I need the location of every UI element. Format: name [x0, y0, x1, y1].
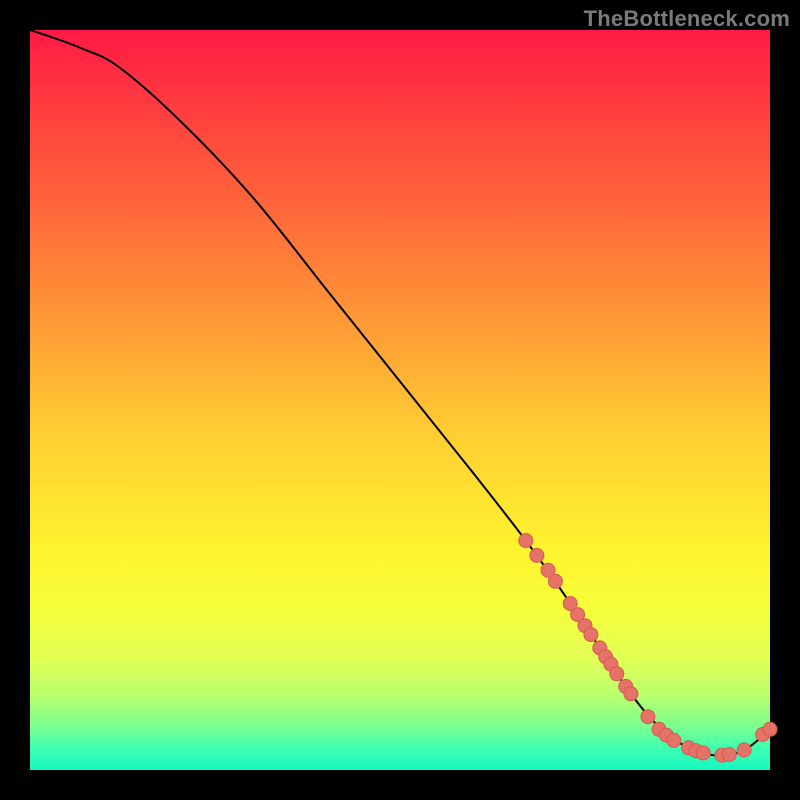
curve-marker [519, 534, 533, 548]
curve-marker [584, 628, 598, 642]
curve-marker [763, 722, 777, 736]
curve-marker [548, 574, 562, 588]
curve-marker [737, 743, 751, 757]
curve-marker [641, 710, 655, 724]
curve-marker [610, 667, 624, 681]
plot-background [30, 30, 770, 770]
chart-stage: TheBottleneck.com [0, 0, 800, 800]
curve-marker [722, 748, 736, 762]
bottleneck-chart [0, 0, 800, 800]
curve-marker [696, 746, 710, 760]
curve-marker [667, 733, 681, 747]
curve-marker [530, 548, 544, 562]
curve-marker [624, 687, 638, 701]
